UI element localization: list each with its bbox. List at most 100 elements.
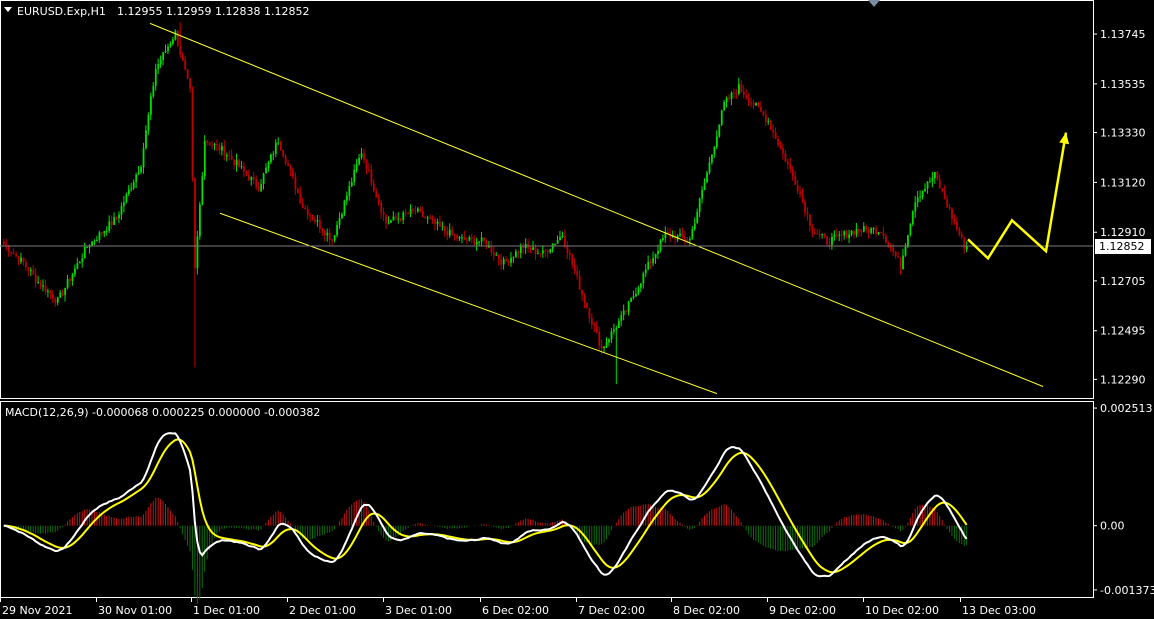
candle-body	[69, 279, 71, 281]
time-tick-label: 30 Nov 01:00	[98, 604, 172, 617]
candle-body	[617, 320, 620, 328]
price-panel[interactable]: EURUSD.Exp,H1 1.12955 1.12959 1.12838 1.…	[0, 0, 1094, 399]
candle-body	[603, 346, 606, 349]
candle-body	[456, 235, 459, 239]
candle-body	[59, 292, 62, 298]
candle-body	[698, 198, 701, 212]
candle-body	[816, 233, 819, 235]
ohlc-label: 1.12955 1.12959 1.12838 1.12852	[117, 5, 309, 18]
candle-body	[534, 247, 537, 254]
candle-body	[703, 182, 706, 190]
candle-body	[176, 30, 179, 46]
candle-body	[801, 194, 804, 202]
candle-body	[747, 97, 750, 103]
candle-body	[566, 245, 569, 254]
time-tick-label: 2 Dec 01:00	[289, 604, 356, 617]
candle-body	[140, 167, 142, 173]
macd-tick-label: 0.002513	[1100, 402, 1153, 415]
candle-body	[657, 250, 659, 254]
candle-body	[272, 153, 275, 155]
candle-body	[473, 238, 476, 245]
candle-body	[294, 176, 297, 190]
candle-body	[297, 189, 299, 193]
candle-body	[943, 191, 946, 200]
candle-body	[517, 251, 520, 253]
time-tick-label: 10 Dec 02:00	[865, 604, 939, 617]
candle-body	[314, 219, 316, 222]
candle-body	[549, 249, 552, 253]
candle-body	[223, 146, 226, 156]
candle-body	[938, 179, 941, 189]
candle-body	[37, 282, 40, 284]
candle-body	[691, 229, 694, 239]
candle-body	[360, 153, 363, 158]
candle-body	[287, 163, 289, 166]
candle-body	[791, 169, 794, 177]
candle-body	[184, 60, 187, 70]
candle-body	[850, 230, 853, 235]
time-tick-label: 8 Dec 02:00	[673, 604, 740, 617]
candle-body	[880, 231, 882, 233]
candle-body	[681, 233, 684, 238]
candle-body	[689, 238, 691, 241]
candle-body	[417, 208, 419, 212]
candle-body	[424, 216, 427, 218]
candle-body	[47, 291, 49, 293]
candle-body	[74, 268, 76, 275]
price-tick-label: 1.13330	[1100, 127, 1146, 140]
candle-body	[804, 201, 806, 213]
candle-body	[953, 218, 956, 222]
candle-body	[233, 159, 236, 166]
candle-body	[493, 252, 495, 255]
candle-body	[519, 246, 522, 253]
candle-body	[706, 172, 708, 183]
candle-body	[470, 237, 473, 239]
candle-body	[916, 197, 919, 203]
candle-body	[96, 239, 98, 241]
candle-body	[934, 172, 936, 179]
candle-body	[380, 203, 383, 213]
candle-body	[201, 176, 204, 205]
candle-body	[490, 245, 493, 253]
candle-body	[110, 221, 113, 225]
candle-body	[875, 228, 877, 234]
candle-body	[899, 257, 902, 269]
macd-panel[interactable]: MACD(12,26,9) -0.000068 0.000225 0.00000…	[0, 401, 1094, 604]
candle-body	[578, 275, 581, 290]
candle-body	[853, 230, 855, 235]
candle-body	[385, 214, 387, 224]
candle-body	[397, 218, 400, 220]
candle-body	[767, 120, 770, 122]
candle-body	[301, 203, 304, 208]
current-price-box: 1.12852	[1095, 238, 1151, 254]
candle-body	[10, 252, 13, 254]
candle-body	[635, 293, 637, 297]
candle-body	[755, 102, 757, 106]
candle-body	[382, 212, 385, 215]
candle-body	[787, 161, 789, 165]
candle-body	[764, 114, 767, 122]
candle-body	[127, 189, 130, 195]
candle-body	[230, 155, 233, 160]
candle-body	[15, 254, 18, 256]
candle-body	[537, 253, 539, 255]
candle-body	[796, 184, 799, 192]
candle-body	[66, 279, 69, 288]
candle-body	[772, 129, 775, 132]
candle-body	[515, 251, 517, 258]
candle-body	[189, 78, 191, 89]
candle-body	[848, 234, 851, 238]
candle-body	[17, 255, 20, 262]
candle-body	[529, 247, 532, 251]
candle-body	[137, 172, 140, 175]
candle-body	[346, 195, 348, 201]
candle-body	[500, 259, 503, 265]
candle-body	[132, 182, 135, 189]
candle-body	[453, 234, 456, 236]
candle-body	[243, 166, 245, 172]
candle-body	[225, 155, 228, 157]
time-tick-label: 29 Nov 2021	[2, 604, 72, 617]
chart-canvas[interactable]: EURUSD.Exp,H1 1.12955 1.12959 1.12838 1.…	[0, 0, 1154, 619]
candle-body	[157, 64, 160, 69]
candle-body	[573, 264, 576, 272]
